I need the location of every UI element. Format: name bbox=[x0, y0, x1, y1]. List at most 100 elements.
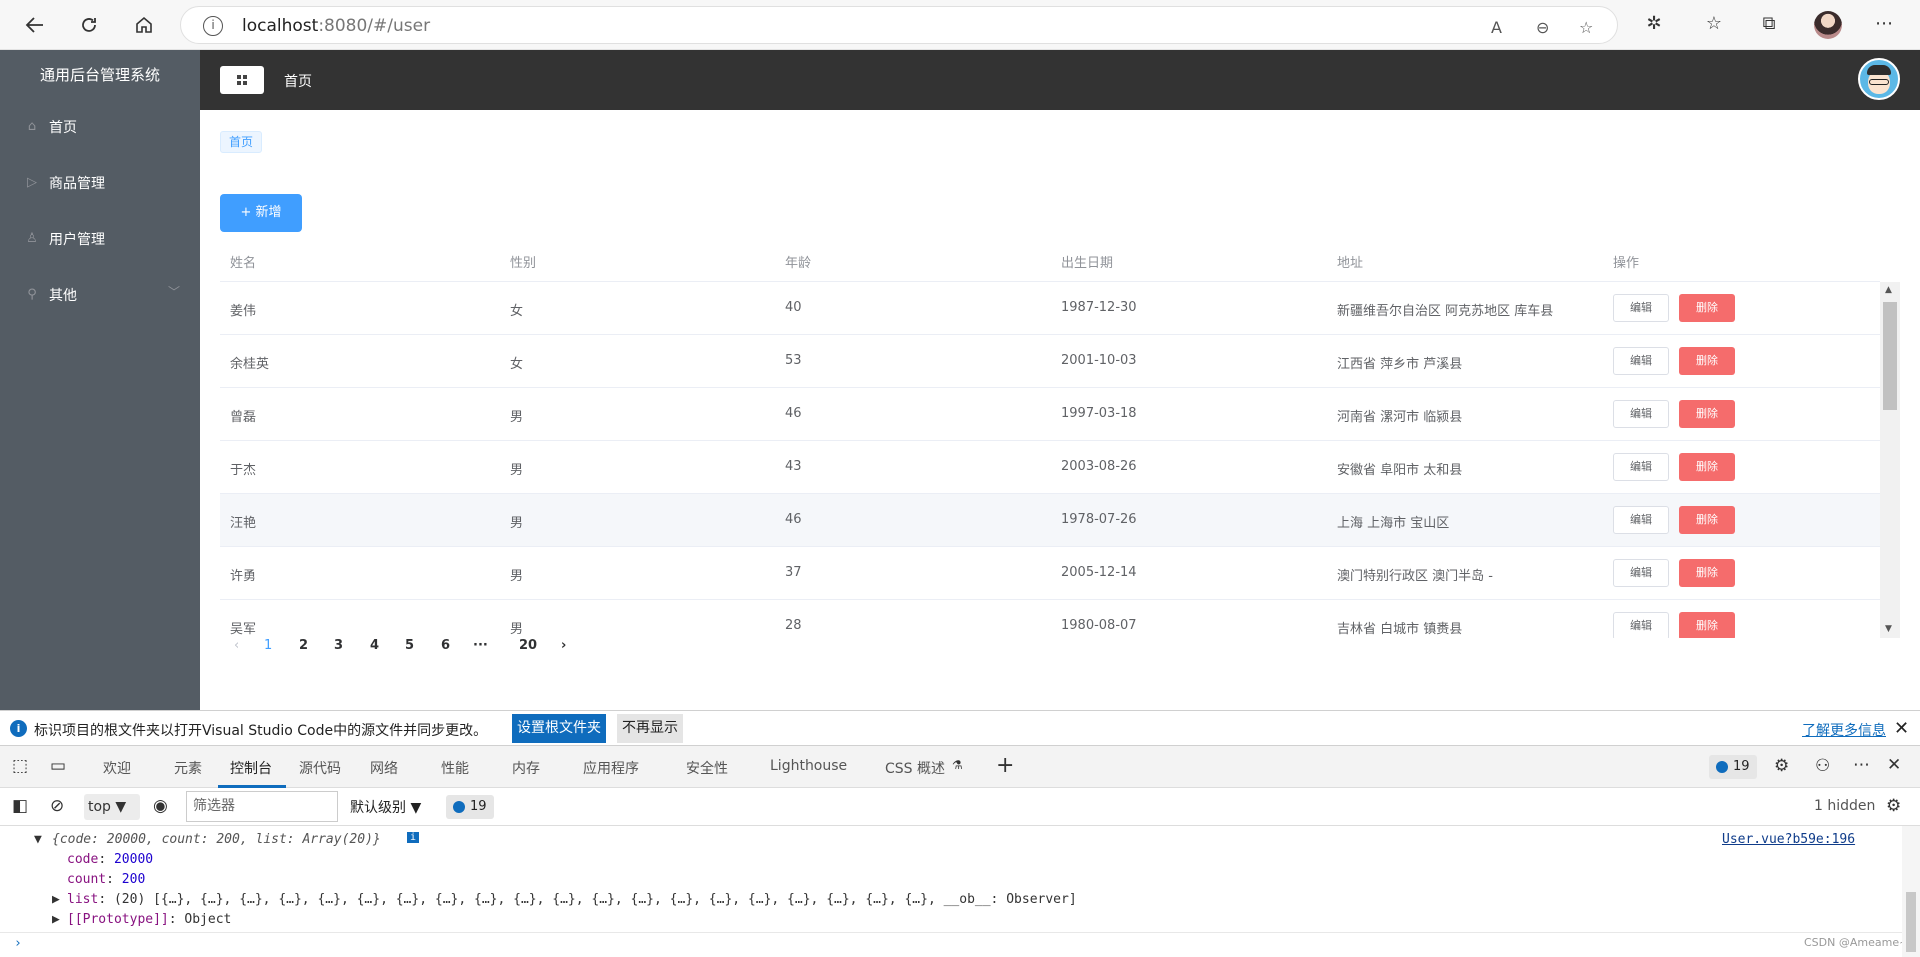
tab-console[interactable]: 控制台 bbox=[230, 758, 272, 778]
live-expression-eye-icon[interactable]: ◉ bbox=[153, 796, 168, 816]
log-expand-list[interactable]: ▶ bbox=[52, 892, 60, 907]
edit-button[interactable]: 编辑 bbox=[1613, 506, 1669, 534]
page-ellipsis[interactable]: ··· bbox=[473, 638, 488, 653]
cell-address: 上海 上海市 宝山区 bbox=[1337, 516, 1450, 531]
close-icon[interactable]: ✕ bbox=[1894, 718, 1909, 739]
next-page-icon[interactable]: › bbox=[561, 638, 566, 653]
cell-address: 安徽省 阜阳市 太和县 bbox=[1337, 463, 1463, 478]
browser-toolbar: i localhost:8080/#/user A ⊖ ☆ ✲ ☆ ⧉ ⋯ bbox=[0, 0, 1920, 50]
favorites-icon[interactable]: ☆ bbox=[1702, 13, 1726, 37]
tab-network[interactable]: 网络 bbox=[370, 758, 398, 778]
delete-button[interactable]: 删除 bbox=[1679, 347, 1735, 375]
user-avatar[interactable] bbox=[1858, 58, 1900, 100]
page-2[interactable]: 2 bbox=[299, 638, 308, 653]
context-selector[interactable]: top ▼ bbox=[84, 794, 140, 820]
tab-memory[interactable]: 内存 bbox=[512, 758, 540, 778]
sidebar-item-goods[interactable]: ▷ 商品管理 bbox=[0, 155, 200, 211]
add-tab-icon[interactable]: + bbox=[996, 753, 1014, 778]
read-aloud-icon[interactable]: A bbox=[1491, 18, 1502, 37]
log-prop-prototype[interactable]: [[Prototype]]: Object bbox=[67, 912, 231, 927]
extensions-icon[interactable]: ✲ bbox=[1642, 13, 1666, 37]
url-text[interactable]: localhost:8080/#/user bbox=[242, 16, 430, 36]
edit-button[interactable]: 编辑 bbox=[1613, 559, 1669, 587]
more-options-icon[interactable]: ⋯ bbox=[1853, 755, 1870, 775]
set-root-folder-button[interactable]: 设置根文件夹 bbox=[512, 714, 606, 743]
address-bar[interactable]: i localhost:8080/#/user A ⊖ ☆ bbox=[180, 6, 1618, 44]
page-5[interactable]: 5 bbox=[405, 638, 414, 653]
more-menu-icon[interactable]: ⋯ bbox=[1872, 13, 1896, 37]
delete-button[interactable]: 删除 bbox=[1679, 506, 1735, 534]
console-settings-icon[interactable]: ⚙ bbox=[1886, 796, 1901, 816]
tab-application[interactable]: 应用程序 bbox=[583, 758, 639, 778]
settings-gear-icon[interactable]: ⚙ bbox=[1774, 756, 1789, 776]
zoom-out-icon[interactable]: ⊖ bbox=[1536, 18, 1549, 37]
tab-sources[interactable]: 源代码 bbox=[299, 758, 341, 778]
tab-tag-home[interactable]: 首页 bbox=[220, 131, 263, 153]
console-scrollbar-thumb[interactable] bbox=[1906, 892, 1916, 952]
home-icon[interactable] bbox=[131, 12, 157, 38]
log-level-select[interactable]: 默认级别 ▼ bbox=[350, 797, 421, 817]
sidebar-item-users[interactable]: ♙ 用户管理 bbox=[0, 211, 200, 267]
edit-button[interactable]: 编辑 bbox=[1613, 400, 1669, 428]
log-object-summary[interactable]: {code: 20000, count: 200, list: Array(20… bbox=[52, 832, 381, 847]
tab-security[interactable]: 安全性 bbox=[686, 758, 728, 778]
delete-button[interactable]: 删除 bbox=[1679, 400, 1735, 428]
add-user-button[interactable]: + 新增 bbox=[220, 194, 302, 232]
delete-button[interactable]: 删除 bbox=[1679, 294, 1735, 322]
tab-elements[interactable]: 元素 bbox=[174, 758, 202, 778]
dont-show-again-button[interactable]: 不再显示 bbox=[617, 714, 683, 743]
page-1[interactable]: 1 bbox=[264, 638, 272, 653]
delete-button[interactable]: 删除 bbox=[1679, 453, 1735, 481]
edit-button[interactable]: 编辑 bbox=[1613, 347, 1669, 375]
edit-button[interactable]: 编辑 bbox=[1613, 294, 1669, 322]
learn-more-link[interactable]: 了解更多信息 bbox=[1802, 720, 1886, 740]
page-20[interactable]: 20 bbox=[519, 638, 537, 653]
console-scrollbar[interactable] bbox=[1902, 826, 1920, 957]
collections-icon[interactable]: ⧉ bbox=[1757, 13, 1781, 37]
delete-button[interactable]: 删除 bbox=[1679, 612, 1735, 638]
clear-console-icon[interactable]: ⊘ bbox=[50, 796, 64, 816]
profile-avatar[interactable] bbox=[1814, 11, 1842, 39]
tab-css-overview[interactable]: CSS 概述 bbox=[885, 758, 945, 778]
log-expand-proto[interactable]: ▶ bbox=[52, 912, 60, 927]
device-emulation-icon[interactable]: ▭ bbox=[50, 756, 66, 776]
page-4[interactable]: 4 bbox=[370, 638, 379, 653]
delete-button[interactable]: 删除 bbox=[1679, 559, 1735, 587]
prev-page-icon[interactable]: ‹ bbox=[234, 638, 239, 653]
customize-icon[interactable]: ⚇ bbox=[1815, 756, 1830, 776]
scrollbar-thumb[interactable] bbox=[1883, 302, 1897, 410]
user-icon: ♙ bbox=[26, 231, 38, 246]
console-prompt-icon[interactable]: › bbox=[14, 936, 22, 951]
sidebar-item-other[interactable]: ⚲ 其他 ﹀ bbox=[0, 267, 200, 323]
tab-performance[interactable]: 性能 bbox=[441, 758, 469, 778]
source-link[interactable]: User.vue?b59e:196 bbox=[1722, 832, 1855, 847]
log-prop-list[interactable]: list: (20) [{…}, {…}, {…}, {…}, {…}, {…}… bbox=[67, 892, 1077, 907]
column-header-actions: 操作 bbox=[1613, 256, 1640, 271]
scroll-down-icon[interactable]: ▼ bbox=[1885, 624, 1892, 634]
cell-age: 43 bbox=[785, 459, 802, 474]
sidebar-item-home[interactable]: ⌂ 首页 bbox=[0, 99, 200, 155]
inspect-element-icon[interactable]: ⬚ bbox=[12, 756, 28, 776]
page-6[interactable]: 6 bbox=[441, 638, 450, 653]
edit-button[interactable]: 编辑 bbox=[1613, 453, 1669, 481]
page-3[interactable]: 3 bbox=[334, 638, 343, 653]
issues-badge-console[interactable]: 19 bbox=[446, 795, 494, 819]
table-scrollbar[interactable]: ▲ ▼ bbox=[1880, 282, 1900, 638]
edit-button[interactable]: 编辑 bbox=[1613, 612, 1669, 638]
filter-input[interactable]: 筛选器 bbox=[186, 791, 338, 822]
site-info-icon[interactable]: i bbox=[203, 16, 223, 36]
video-play-icon: ▷ bbox=[27, 175, 37, 190]
issues-badge[interactable]: 19 bbox=[1709, 755, 1757, 779]
tab-welcome[interactable]: 欢迎 bbox=[103, 758, 131, 778]
log-expand-toggle[interactable]: ▼ bbox=[34, 832, 42, 847]
close-devtools-icon[interactable]: ✕ bbox=[1887, 755, 1901, 775]
menu-toggle-button[interactable] bbox=[220, 66, 264, 94]
scroll-up-icon[interactable]: ▲ bbox=[1885, 285, 1892, 295]
sidebar-toggle-icon[interactable]: ◧ bbox=[12, 796, 28, 816]
favorite-add-icon[interactable]: ☆ bbox=[1579, 18, 1593, 37]
header-breadcrumb-home[interactable]: 首页 bbox=[284, 71, 312, 91]
refresh-icon[interactable] bbox=[76, 12, 102, 38]
tab-lighthouse[interactable]: Lighthouse bbox=[770, 758, 847, 774]
issues-icon bbox=[1716, 761, 1728, 773]
back-arrow-icon[interactable] bbox=[22, 12, 48, 38]
